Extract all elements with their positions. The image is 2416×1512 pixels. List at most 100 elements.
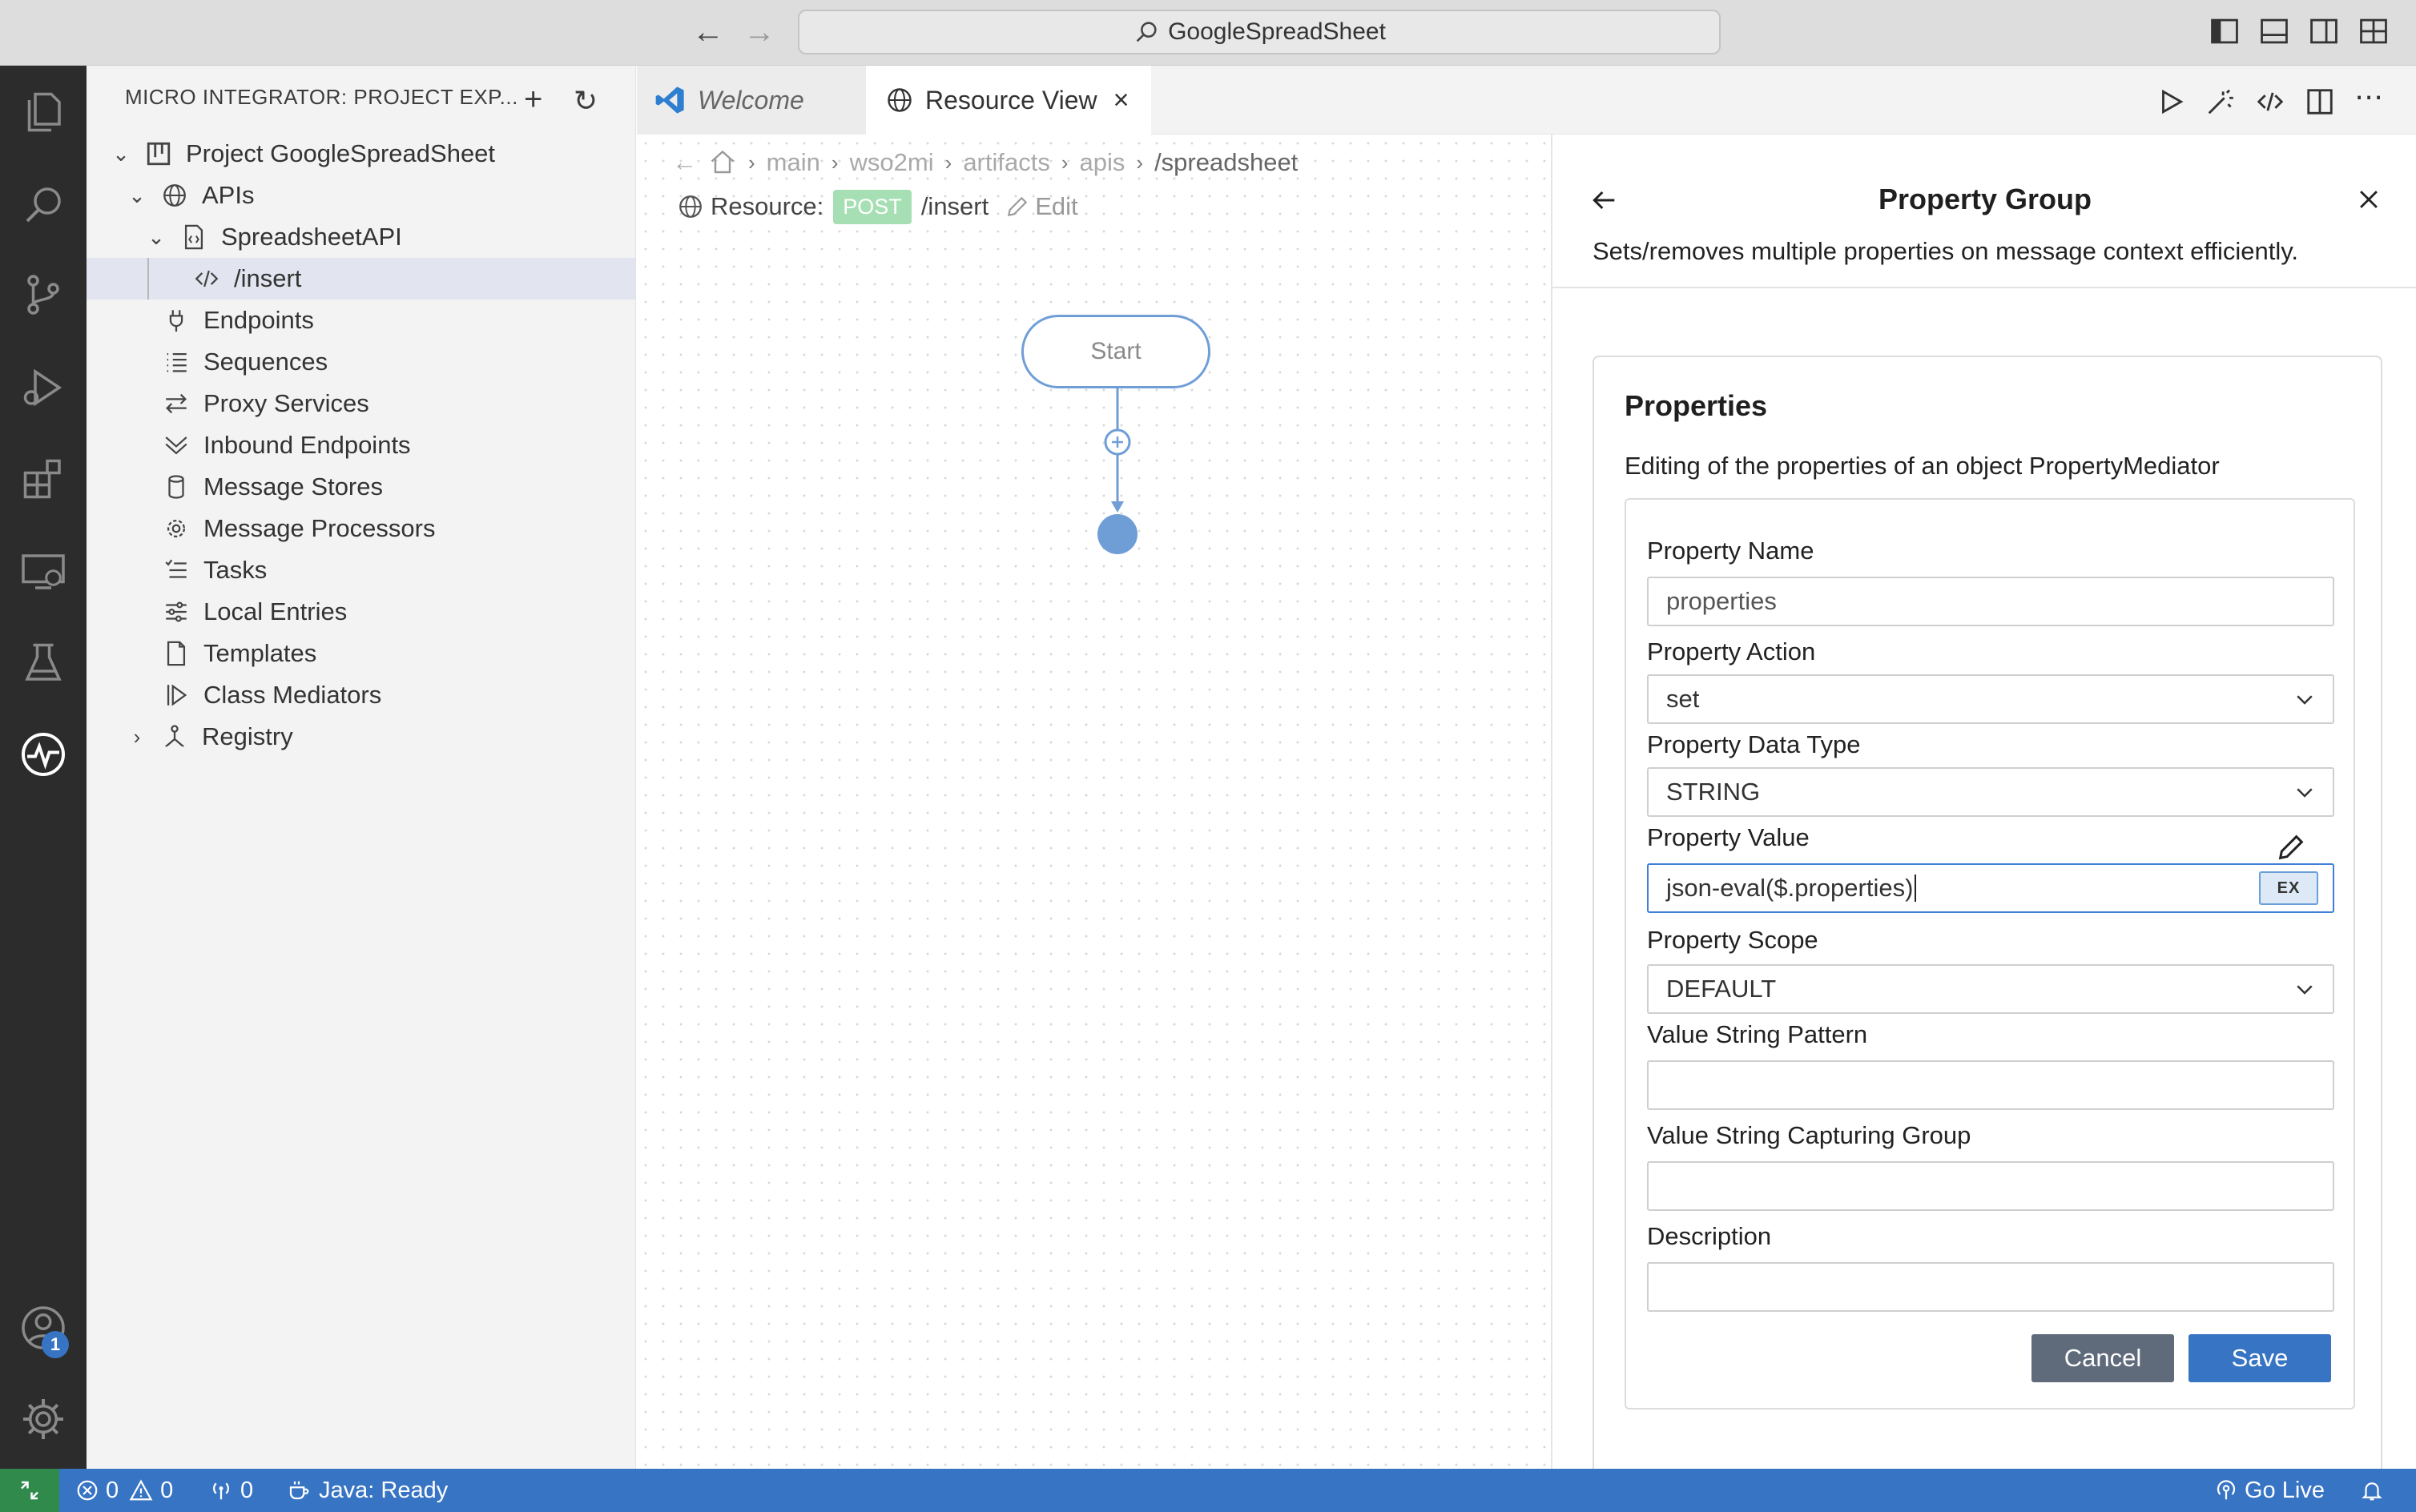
micro-integrator-activity[interactable] — [18, 729, 69, 780]
tree-item-insert[interactable]: /insert — [87, 258, 635, 300]
property-form: Property Name properties Property Action… — [1625, 498, 2355, 1409]
magic-wand-icon[interactable] — [2205, 86, 2236, 117]
tree-item-templates[interactable]: Templates — [87, 633, 635, 674]
refresh-icon[interactable]: ↻ — [574, 85, 598, 117]
ports-status[interactable]: 0 — [208, 1469, 253, 1512]
status-bar: 0 0 0 Java: Ready Go Live — [0, 1469, 2416, 1512]
breadcrumb-separator-icon: › — [1061, 150, 1069, 175]
home-icon[interactable] — [708, 148, 737, 177]
toggle-secondary-sidebar-icon[interactable] — [2309, 18, 2339, 45]
forward-nav-icon[interactable]: → — [743, 14, 775, 50]
value-string-capturing-group-input[interactable] — [1647, 1161, 2334, 1211]
value-string-pattern-input[interactable] — [1647, 1060, 2334, 1110]
toggle-primary-sidebar-icon[interactable] — [2209, 18, 2240, 45]
vscode-icon — [655, 86, 684, 114]
pencil-icon[interactable] — [2275, 831, 2307, 863]
tree-item-tasks[interactable]: Tasks — [87, 549, 635, 591]
inbound-icon — [160, 429, 192, 461]
arrows-icon — [160, 388, 192, 420]
tree-item-apis[interactable]: ⌄ APIs — [87, 175, 635, 216]
class-mediator-icon — [160, 679, 192, 711]
show-source-icon[interactable] — [2255, 86, 2285, 117]
back-nav-icon[interactable]: ← — [692, 14, 724, 50]
warning-icon — [129, 1479, 153, 1501]
cancel-button[interactable]: Cancel — [2031, 1334, 2174, 1382]
tree-item-endpoints[interactable]: Endpoints — [87, 300, 635, 341]
close-icon[interactable] — [2355, 186, 2382, 213]
tree-item-message-processors[interactable]: Message Processors — [87, 508, 635, 549]
tree-item-label: APIs — [202, 181, 255, 209]
property-name-input[interactable]: properties — [1647, 577, 2334, 626]
tree-item-local-entries[interactable]: Local Entries — [87, 591, 635, 633]
start-node[interactable]: Start — [1021, 315, 1210, 388]
search-activity[interactable] — [18, 179, 69, 231]
tab-welcome[interactable]: Welcome — [637, 66, 866, 135]
resource-label: Resource: — [711, 192, 824, 220]
back-arrow-icon[interactable]: ← — [672, 148, 697, 177]
problems-status[interactable]: 0 0 — [75, 1469, 173, 1512]
tree-item-sequences[interactable]: Sequences — [87, 341, 635, 383]
property-value-input[interactable]: json-eval($.properties) EX — [1647, 863, 2334, 913]
tree-item-registry[interactable]: › Registry — [87, 716, 635, 758]
tree-item-class-mediators[interactable]: Class Mediators — [87, 674, 635, 716]
pulse-icon — [22, 733, 65, 776]
more-actions-icon[interactable]: ⋯ — [2354, 80, 2385, 113]
edit-resource-button[interactable]: Edit — [1005, 192, 1078, 221]
property-action-value: set — [1666, 685, 1700, 713]
customize-layout-icon[interactable] — [2358, 18, 2389, 45]
accounts-badge: 1 — [42, 1331, 69, 1358]
files-icon — [27, 92, 61, 132]
search-icon — [26, 187, 61, 223]
value-string-pattern-label: Value String Pattern — [1647, 1020, 1868, 1048]
run-icon[interactable] — [2156, 86, 2186, 117]
method-badge: POST — [833, 189, 912, 224]
tree-item-inbound-endpoints[interactable]: Inbound Endpoints — [87, 424, 635, 466]
gear-icon — [23, 1399, 63, 1439]
toggle-panel-icon[interactable] — [2259, 18, 2289, 45]
tasks-icon — [160, 554, 192, 586]
property-scope-label: Property Scope — [1647, 926, 1818, 954]
remote-icon — [21, 1481, 38, 1500]
expression-toggle-button[interactable]: EX — [2259, 871, 2318, 905]
manage-activity[interactable] — [18, 1393, 69, 1445]
description-input[interactable] — [1647, 1262, 2334, 1312]
source-control-activity[interactable] — [18, 269, 69, 320]
java-status[interactable]: Java: Ready — [285, 1469, 448, 1512]
breadcrumb-item[interactable]: /spreadsheet — [1154, 148, 1298, 177]
save-button[interactable]: Save — [2188, 1334, 2331, 1382]
end-node[interactable] — [1097, 514, 1138, 554]
breadcrumb-item[interactable]: main — [767, 148, 820, 177]
testing-activity[interactable] — [18, 637, 69, 689]
text-cursor — [1915, 875, 1917, 902]
tree-item-spreadsheetapi[interactable]: ⌄ SpreadsheetAPI — [87, 216, 635, 258]
tab-resource-view[interactable]: Resource View × — [866, 66, 1151, 135]
remote-explorer-activity[interactable] — [18, 546, 69, 597]
split-editor-icon[interactable] — [2305, 86, 2335, 117]
panel-title: Property Group — [1878, 183, 2092, 215]
breadcrumb-item[interactable]: wso2mi — [850, 148, 934, 177]
run-debug-activity[interactable] — [18, 362, 69, 413]
breadcrumb-item[interactable]: apis — [1080, 148, 1125, 177]
remote-indicator[interactable] — [0, 1469, 59, 1512]
go-live-button[interactable]: Go Live — [2214, 1469, 2325, 1512]
chevron-down-icon: ⌄ — [112, 141, 130, 166]
property-action-select[interactable]: set — [1647, 674, 2334, 724]
command-center-search[interactable]: GoogleSpreadSheet — [798, 10, 1721, 54]
tree-item-label: Message Processors — [203, 514, 436, 542]
close-icon[interactable]: × — [1113, 85, 1129, 116]
tree-item-proxy-services[interactable]: Proxy Services — [87, 383, 635, 424]
tree-item-project[interactable]: ⌄ Project GoogleSpreadSheet — [87, 133, 635, 175]
resource-header: Resource: POST /insert Edit — [677, 184, 1078, 229]
property-data-type-value: STRING — [1666, 778, 1761, 806]
explorer-activity[interactable] — [18, 86, 69, 138]
breadcrumb-separator-icon: › — [748, 150, 755, 175]
property-data-type-select[interactable]: STRING — [1647, 767, 2334, 817]
property-scope-select[interactable]: DEFAULT — [1647, 964, 2334, 1014]
tree-item-label: SpreadsheetAPI — [221, 223, 402, 251]
notifications-button[interactable] — [2360, 1469, 2390, 1512]
breadcrumb-item[interactable]: artifacts — [963, 148, 1050, 177]
add-icon[interactable]: + — [524, 83, 542, 115]
description-label: Description — [1647, 1222, 1772, 1250]
tree-item-message-stores[interactable]: Message Stores — [87, 466, 635, 508]
extensions-activity[interactable] — [18, 453, 69, 505]
